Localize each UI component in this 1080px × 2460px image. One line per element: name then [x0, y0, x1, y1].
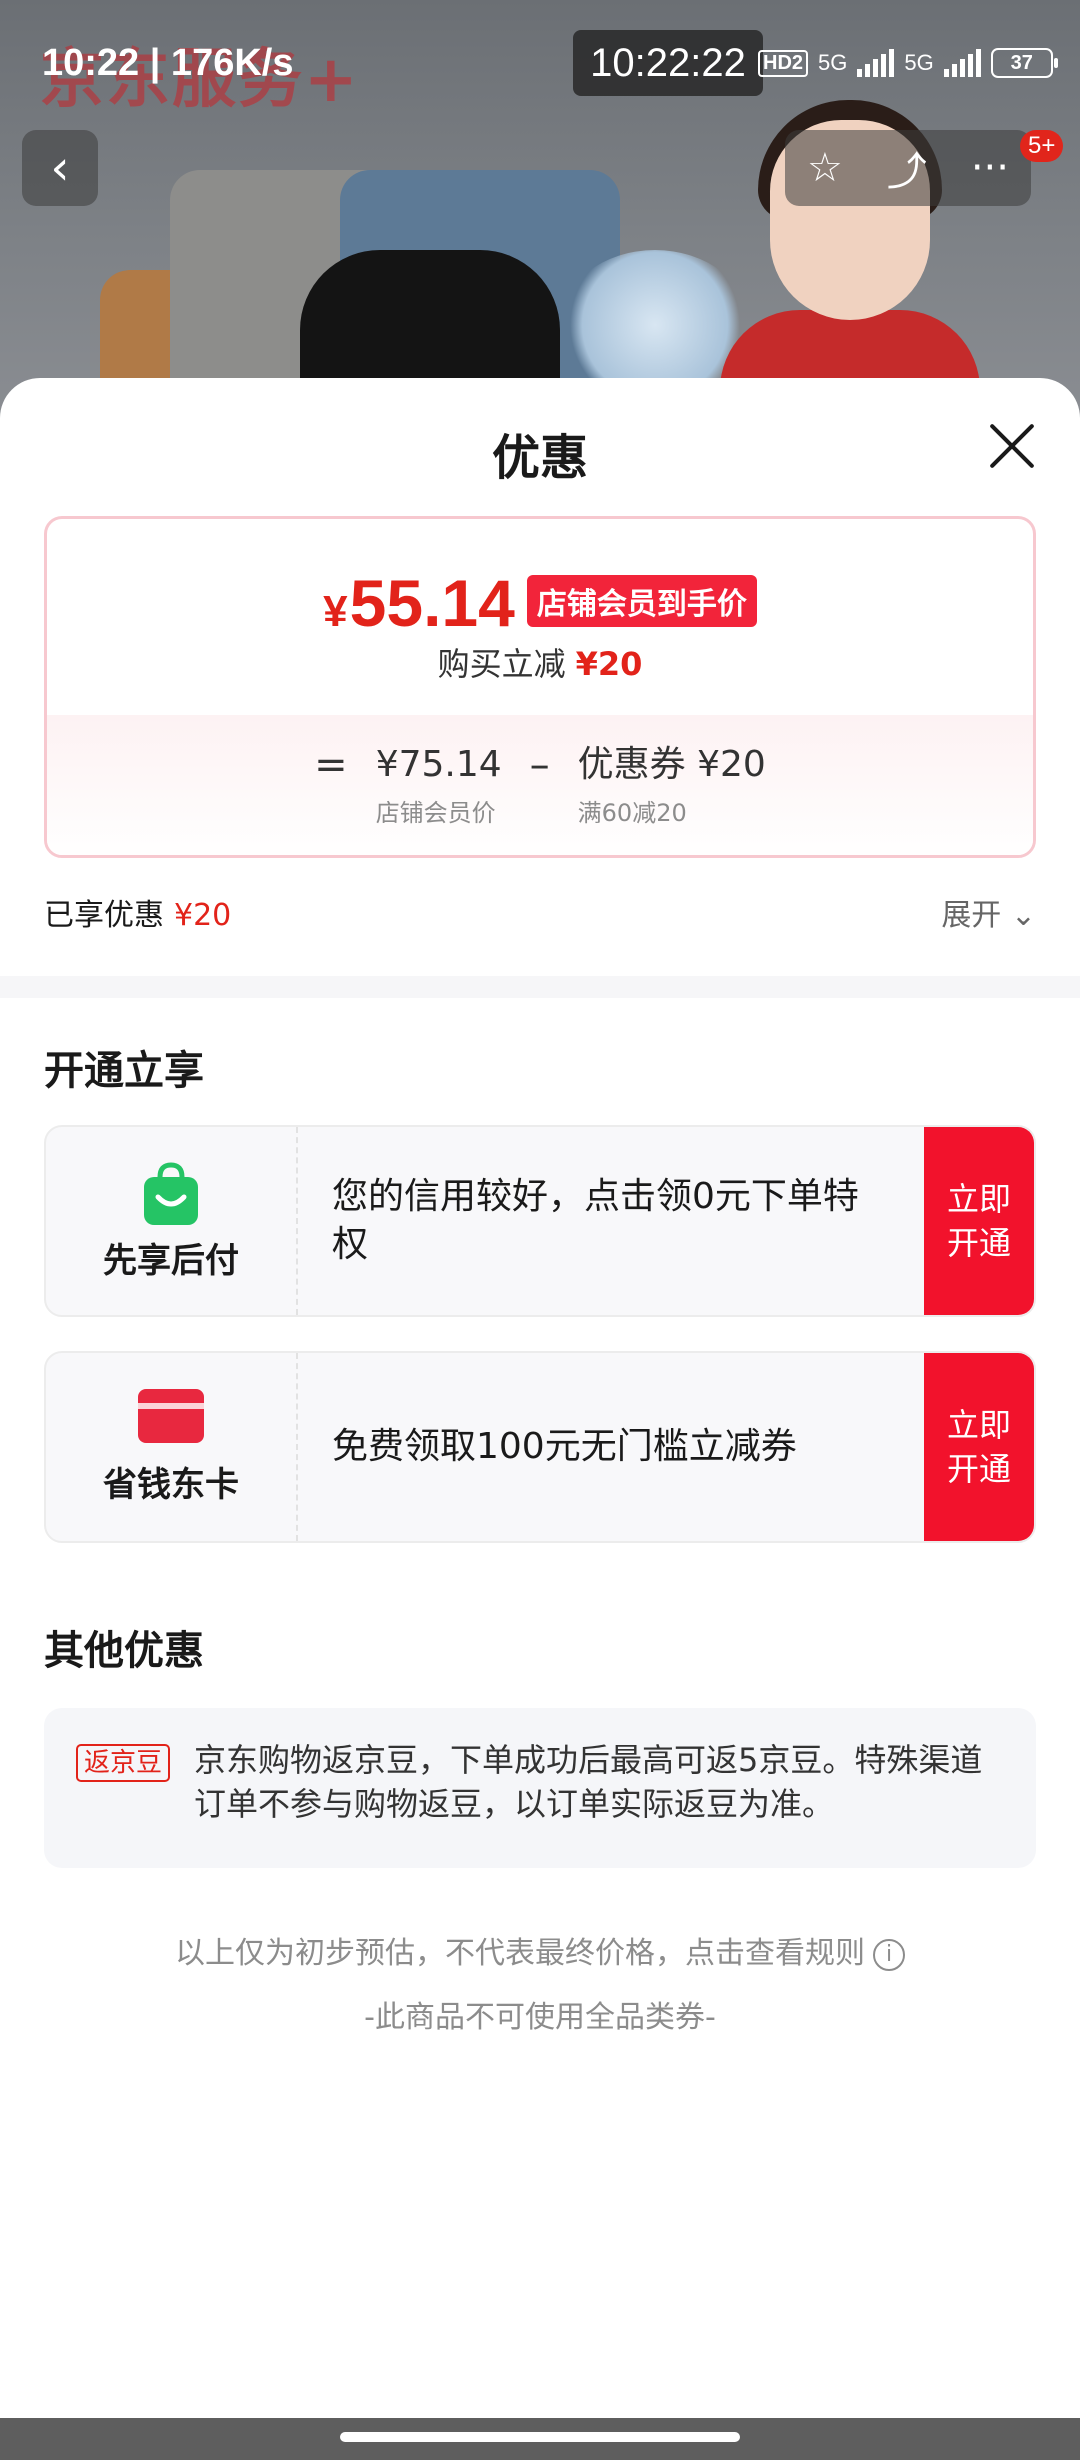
home-indicator[interactable] — [340, 2432, 740, 2442]
final-price-section: ¥ 55.14 店铺会员到手价 购买立减 ¥20 — [47, 519, 1033, 715]
service-description: 免费领取100元无门槛立减券 — [332, 1426, 797, 1467]
expand-button[interactable]: 展开 ⌄ — [941, 890, 1036, 934]
open-section-title: 开通立享 — [44, 1048, 204, 1094]
member-price-label: 店铺会员价 — [375, 799, 496, 827]
price-value: 55.14 — [349, 566, 515, 640]
service-card-shengqian[interactable]: 省钱东卡 免费领取100元无门槛立减券 立即开通 — [44, 1351, 1036, 1543]
estimate-notice[interactable]: 以上仅为初步预估，不代表最终价格，点击查看规则 i — [0, 1928, 1080, 1972]
info-icon: i — [873, 1938, 905, 1971]
close-button[interactable] — [986, 420, 1036, 470]
activate-button[interactable]: 立即开通 — [924, 1353, 1034, 1541]
instant-discount: 购买立减 ¥20 — [47, 639, 1033, 685]
shopping-bag-icon — [138, 1161, 204, 1227]
battery-icon: 37 — [990, 48, 1058, 78]
coupon-condition: 满60减20 — [577, 799, 687, 827]
equals-sign: = — [314, 742, 348, 788]
rebate-text: 京东购物返京豆，下单成功后最高可返5京豆。特殊渠道订单不参与购物返豆，以订单实际… — [194, 1741, 983, 1823]
section-divider — [0, 976, 1080, 998]
network-label-2: 5G — [904, 50, 934, 75]
status-time: 10:22 | 176K/s — [42, 42, 294, 84]
status-bar: 10:22 | 176K/s 10:22:22 HD2 5G 5G 37 — [0, 0, 1080, 130]
price-currency: ¥ — [323, 587, 348, 636]
sheet-title: 优惠 — [491, 430, 588, 486]
more-icon[interactable]: ··· — [971, 145, 1009, 191]
coupon-value: 优惠券 ¥20 — [577, 744, 766, 785]
enjoyed-discount: 已享优惠 ¥20 — [44, 890, 231, 934]
back-arrow-icon: ‹ — [50, 140, 70, 196]
floating-clock: 10:22:22 — [573, 30, 763, 96]
enjoyed-discount-label: 已享优惠 — [44, 898, 164, 933]
service-brand: 省钱东卡 — [46, 1353, 298, 1541]
service-name: 省钱东卡 — [103, 1464, 239, 1505]
coupon-restriction-note: -此商品不可使用全品类券- — [364, 2000, 716, 2035]
service-brand: 先享后付 — [46, 1127, 298, 1315]
activate-button[interactable]: 立即开通 — [924, 1127, 1034, 1315]
signal-icon-2 — [943, 49, 981, 77]
member-price-tag: 店铺会员到手价 — [526, 575, 757, 627]
battery-level: 37 — [1010, 51, 1033, 74]
price-breakdown-card: ¥ 55.14 店铺会员到手价 购买立减 ¥20 = ¥75.14 店铺会员价 –… — [44, 516, 1036, 858]
message-badge: 5+ — [1020, 130, 1064, 162]
minus-sign: – — [529, 742, 550, 788]
rebate-tag: 返京豆 — [76, 1744, 171, 1782]
top-action-group: ☆ ⤴ ··· — [785, 130, 1031, 206]
network-label-1: 5G — [818, 50, 848, 75]
signal-icon-1 — [857, 49, 895, 77]
enjoyed-discount-value: ¥20 — [174, 898, 232, 933]
service-card-xianxiang[interactable]: 先享后付 您的信用较好，点击领0元下单特权 立即开通 — [44, 1125, 1036, 1317]
price-calculation: = ¥75.14 店铺会员价 – 优惠券 ¥20 满60减20 — [47, 715, 1033, 855]
navigation-bar — [0, 2418, 1080, 2460]
service-description: 您的信用较好，点击领0元下单特权 — [332, 1176, 859, 1265]
share-icon[interactable]: ⤴ — [887, 139, 927, 197]
instant-discount-value: ¥20 — [575, 645, 643, 683]
hd-voice-icon: HD2 — [758, 49, 809, 77]
system-indicators: HD2 5G 5G 37 — [758, 48, 1058, 78]
instant-discount-label: 购买立减 — [437, 645, 566, 683]
other-section-title: 其他优惠 — [44, 1628, 204, 1674]
final-price: ¥ 55.14 店铺会员到手价 — [47, 565, 1033, 641]
favorite-star-icon[interactable]: ☆ — [807, 145, 843, 191]
card-icon — [138, 1388, 204, 1443]
estimate-notice-text: 以上仅为初步预估，不代表最终价格，点击查看规则 — [175, 1936, 865, 1971]
jingdou-rebate-box: 返京豆 京东购物返京豆，下单成功后最高可返5京豆。特殊渠道订单不参与购物返豆，以… — [44, 1708, 1036, 1868]
member-price-value: ¥75.14 — [375, 744, 502, 785]
back-button[interactable]: ‹ — [22, 130, 98, 206]
service-name: 先享后付 — [103, 1240, 239, 1281]
discount-sheet: 优惠 ¥ 55.14 店铺会员到手价 购买立减 ¥20 = ¥75.14 店铺会员… — [0, 378, 1080, 2418]
